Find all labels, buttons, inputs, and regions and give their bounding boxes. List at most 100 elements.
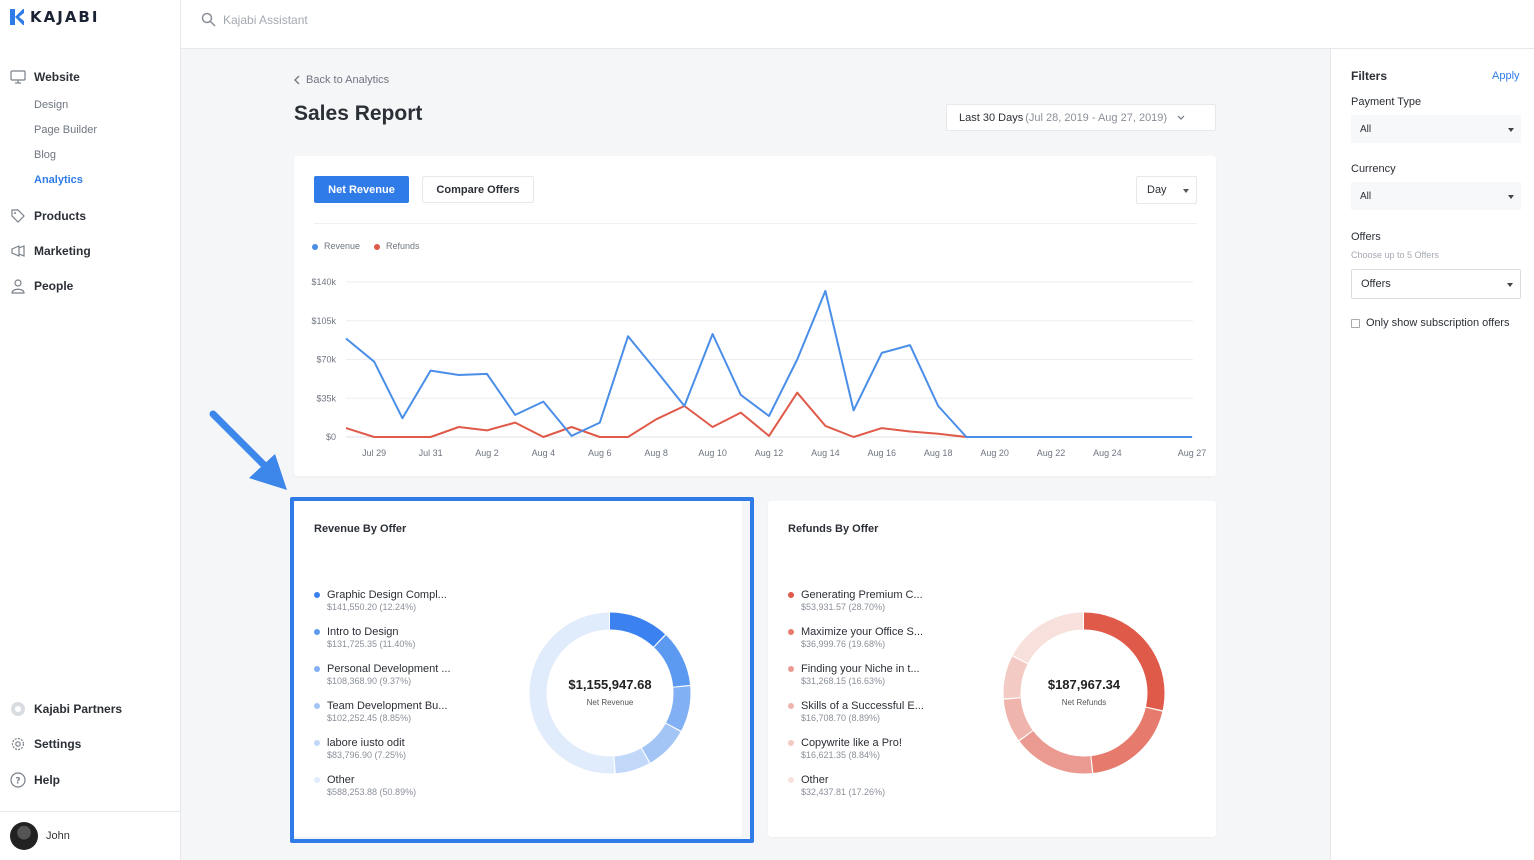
chevron-down-icon bbox=[1177, 115, 1185, 120]
sidebar-subitem-page-builder[interactable]: Page Builder bbox=[34, 124, 97, 136]
x-tick-label: Aug 8 bbox=[644, 448, 668, 458]
back-to-analytics-link[interactable]: Back to Analytics bbox=[294, 74, 389, 86]
subscription-only-checkbox[interactable]: Only show subscription offers bbox=[1351, 317, 1509, 329]
offer-amount: $131,725.35 (11.40%) bbox=[327, 639, 416, 649]
legend-dot bbox=[314, 777, 320, 783]
offer-list-item[interactable]: Copywrite like a Pro! $16,621.35 (8.84%) bbox=[788, 737, 968, 774]
payment-type-select[interactable]: All bbox=[1351, 115, 1521, 143]
legend-dot bbox=[788, 703, 794, 709]
offer-list-item[interactable]: Finding your Niche in t... $31,268.15 (16… bbox=[788, 663, 968, 700]
sidebar-item-label: Kajabi Partners bbox=[34, 702, 123, 716]
sidebar-item-label: Help bbox=[34, 773, 61, 787]
sidebar-item-help[interactable]: ? Help bbox=[10, 772, 60, 788]
gear-icon bbox=[11, 737, 25, 751]
y-tick-label: $140k bbox=[311, 277, 336, 287]
select-value: All bbox=[1360, 190, 1372, 202]
x-tick-label: Aug 22 bbox=[1037, 448, 1066, 458]
select-value: All bbox=[1360, 123, 1372, 135]
donut-center: $187,967.34 Net Refunds bbox=[1002, 677, 1166, 707]
search-icon bbox=[201, 12, 216, 27]
filters-title: Filters bbox=[1351, 69, 1388, 83]
user-name[interactable]: John bbox=[46, 830, 70, 842]
sidebar-divider bbox=[0, 811, 180, 812]
filters-panel: Filters Apply Payment Type All Currency … bbox=[1330, 49, 1534, 860]
x-tick-label: Aug 27 bbox=[1178, 448, 1207, 458]
assistant-search-input[interactable] bbox=[223, 10, 523, 30]
offer-amount: $588,253.88 (50.89%) bbox=[327, 787, 417, 797]
avatar[interactable] bbox=[10, 822, 38, 850]
sidebar-item-marketing[interactable]: Marketing bbox=[10, 243, 91, 259]
sidebar-item-label: Settings bbox=[34, 737, 82, 751]
series-line-revenue[interactable] bbox=[345, 289, 1192, 438]
offer-list-item[interactable]: Maximize your Office S... $36,999.76 (19.… bbox=[788, 626, 968, 663]
offer-name: Intro to Design bbox=[327, 626, 399, 638]
sidebar-item-settings[interactable]: Settings bbox=[10, 736, 81, 752]
offer-name: Copywrite like a Pro! bbox=[801, 737, 902, 749]
donut-center: $1,155,947.68 Net Revenue bbox=[528, 677, 692, 707]
offer-list-item[interactable]: labore iusto odit $83,796.90 (7.25%) bbox=[314, 737, 494, 774]
offer-list-item[interactable]: Personal Development ... $108,368.90 (9.3… bbox=[314, 663, 494, 700]
offer-list-item[interactable]: Other $32,437.81 (17.26%) bbox=[788, 774, 968, 811]
donut-total-label: Net Revenue bbox=[586, 698, 634, 707]
x-tick-label: Aug 14 bbox=[811, 448, 840, 458]
offer-name: labore iusto odit bbox=[327, 737, 405, 749]
sidebar-subitem-analytics[interactable]: Analytics bbox=[34, 174, 83, 186]
offer-list-item[interactable]: Graphic Design Compl... $141,550.20 (12.2… bbox=[314, 589, 494, 626]
monitor-icon bbox=[10, 70, 26, 84]
date-range-label: Last 30 Days bbox=[959, 111, 1024, 124]
legend-dot bbox=[314, 629, 320, 635]
offer-amount: $108,368.90 (9.37%) bbox=[327, 676, 412, 686]
offers-hint: Choose up to 5 Offers bbox=[1351, 250, 1439, 260]
sidebar-item-label: People bbox=[34, 279, 74, 293]
x-tick-label: Aug 18 bbox=[924, 448, 953, 458]
caret-down-icon bbox=[1507, 283, 1513, 287]
revenue-by-offer-card: Revenue By Offer Graphic Design Compl...… bbox=[294, 501, 742, 837]
svg-text:?: ? bbox=[15, 777, 20, 787]
caret-down-icon bbox=[1508, 195, 1514, 199]
legend-dot bbox=[788, 592, 794, 598]
x-tick-label: Aug 24 bbox=[1093, 448, 1122, 458]
offer-list-item[interactable]: Team Development Bu... $102,252.45 (8.85%… bbox=[314, 700, 494, 737]
offer-list-item[interactable]: Other $588,253.88 (50.89%) bbox=[314, 774, 494, 811]
sidebar-item-label: Marketing bbox=[34, 244, 91, 258]
tag-icon bbox=[11, 209, 25, 223]
sidebar-item-website[interactable]: Website bbox=[10, 69, 80, 85]
sidebar-item-kajabi-partners[interactable]: Kajabi Partners bbox=[10, 701, 122, 717]
apply-filters-link[interactable]: Apply bbox=[1492, 70, 1520, 82]
offer-list-item[interactable]: Generating Premium C... $53,931.57 (28.70… bbox=[788, 589, 968, 626]
kajabi-logo[interactable]: KAJABI bbox=[10, 8, 99, 26]
sidebar-subitem-design[interactable]: Design bbox=[34, 99, 68, 111]
offer-list-item[interactable]: Skills of a Successful E... $16,708.70 (8… bbox=[788, 700, 968, 737]
line-chart[interactable]: $0 $35k $70k $105k $140k Jul 29 Jul 31 Aug 2 Aug… bbox=[294, 156, 1216, 476]
x-tick-label: Aug 4 bbox=[532, 448, 556, 458]
sidebar-subitem-blog[interactable]: Blog bbox=[34, 149, 56, 161]
x-tick-label: Jul 29 bbox=[362, 448, 386, 458]
legend-dot bbox=[314, 740, 320, 746]
person-icon bbox=[11, 279, 25, 294]
offer-name: Generating Premium C... bbox=[801, 589, 923, 601]
offer-amount: $31,268.15 (16.63%) bbox=[801, 676, 886, 686]
legend-dot bbox=[788, 777, 794, 783]
checkbox-box[interactable] bbox=[1351, 318, 1360, 328]
currency-select[interactable]: All bbox=[1351, 182, 1521, 210]
logo-text: KAJABI bbox=[30, 8, 100, 26]
payment-type-label: Payment Type bbox=[1351, 96, 1422, 108]
sidebar-item-label: Products bbox=[34, 209, 87, 223]
sidebar-item-products[interactable]: Products bbox=[10, 208, 86, 224]
back-link-label: Back to Analytics bbox=[306, 74, 390, 86]
offer-name: Other bbox=[327, 774, 355, 786]
card-title: Revenue By Offer bbox=[314, 523, 407, 535]
partners-icon bbox=[11, 702, 25, 716]
checkbox-label: Only show subscription offers bbox=[1366, 317, 1510, 329]
card-title: Refunds By Offer bbox=[788, 523, 879, 535]
date-range-dropdown[interactable]: Last 30 Days (Jul 28, 2019 - Aug 27, 201… bbox=[946, 104, 1216, 131]
offer-amount: $83,796.90 (7.25%) bbox=[327, 750, 407, 760]
sidebar-item-people[interactable]: People bbox=[10, 278, 73, 294]
annotation-arrow-icon bbox=[209, 410, 287, 490]
offer-list-item[interactable]: Intro to Design $131,725.35 (11.40%) bbox=[314, 626, 494, 663]
offer-name: Personal Development ... bbox=[327, 663, 451, 675]
chevron-left-icon bbox=[294, 75, 300, 85]
legend-dot bbox=[314, 703, 320, 709]
x-tick-label: Aug 6 bbox=[588, 448, 612, 458]
offers-select[interactable]: Offers bbox=[1351, 269, 1521, 299]
